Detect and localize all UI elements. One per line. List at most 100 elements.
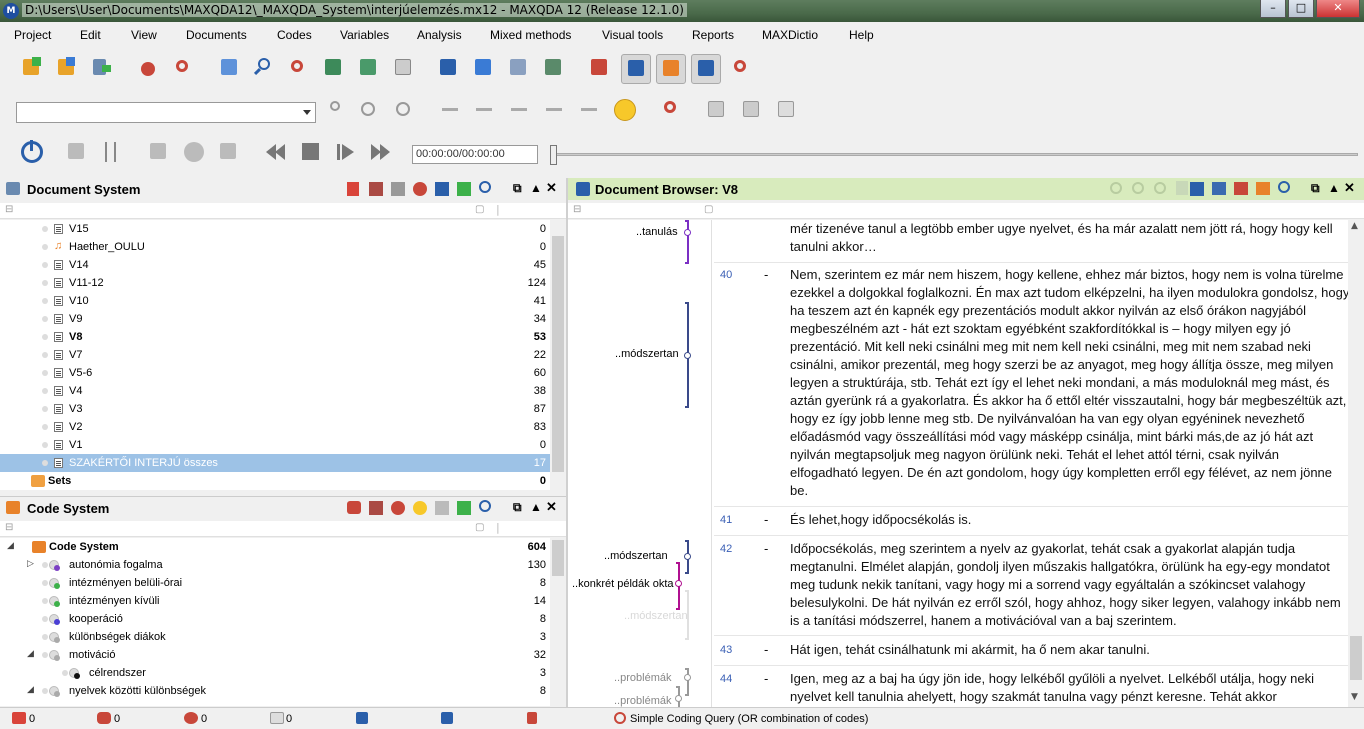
close-button[interactable]: ✕ [1316, 0, 1360, 18]
print-icon[interactable] [1212, 182, 1226, 195]
open-project-icon[interactable] [55, 56, 79, 80]
code-bracket[interactable] [685, 220, 689, 264]
link-icon[interactable] [705, 98, 729, 122]
scrollbar-thumb[interactable] [552, 236, 564, 472]
code-stripe-label[interactable]: ..konkrét példák okta [572, 578, 674, 590]
code-handle[interactable] [684, 553, 691, 560]
menu-documents[interactable]: Documents [186, 28, 247, 42]
menu-visual-tools[interactable]: Visual tools [602, 28, 663, 42]
deactivate-codes-icon[interactable] [369, 501, 383, 515]
code-handle[interactable] [684, 352, 691, 359]
table-icon[interactable] [147, 140, 171, 164]
add-timestamp-icon[interactable] [182, 140, 206, 164]
memo-toggle-icon[interactable] [691, 54, 721, 84]
zoom-reset-icon[interactable] [1154, 182, 1166, 194]
maximize-panel-icon[interactable]: ▲ [1328, 181, 1340, 195]
fast-forward-icon[interactable] [369, 140, 393, 164]
code-row[interactable]: különbségek diákok 3 [0, 628, 550, 646]
undo-coding-icon[interactable] [138, 56, 162, 80]
search-icon[interactable] [252, 56, 276, 80]
document-row[interactable]: Sets 0 [0, 472, 550, 490]
code-row[interactable]: ◢ Code System 604 [0, 538, 550, 556]
document-row[interactable]: V15 0 [0, 220, 550, 238]
menu-mixed-methods[interactable]: Mixed methods [490, 28, 571, 42]
document-row[interactable]: V5-6 60 [0, 364, 550, 382]
stop-icon[interactable] [299, 140, 323, 164]
word-cloud-icon[interactable] [542, 56, 566, 80]
document-comparison-icon[interactable] [507, 56, 531, 80]
maximize-panel-icon[interactable]: ▲ [530, 500, 542, 514]
menu-reports[interactable]: Reports [692, 28, 734, 42]
code-export-icon[interactable] [457, 501, 471, 515]
link-remove-icon[interactable] [740, 98, 764, 122]
volume-icon[interactable] [217, 140, 241, 164]
document-row[interactable]: V14 45 [0, 256, 550, 274]
page-view-icon[interactable] [1176, 181, 1188, 195]
code-table-icon[interactable] [435, 501, 449, 515]
undock-icon[interactable]: ⧉ [1311, 181, 1320, 196]
document-row[interactable]: V11-12 124 [0, 274, 550, 292]
codeline-icon[interactable] [472, 56, 496, 80]
scrollbar-thumb[interactable] [552, 540, 564, 576]
menu-analysis[interactable]: Analysis [417, 28, 462, 42]
media-position-slider[interactable] [550, 145, 1358, 165]
code-row[interactable]: intézményen kívüli 14 [0, 592, 550, 610]
edit-icon[interactable] [1190, 182, 1204, 196]
paragraph-text[interactable]: Nem, szerintem ez már nem hiszem, hogy k… [790, 266, 1348, 500]
code-stripe-label[interactable]: ..tanulás [636, 226, 678, 238]
undock-icon[interactable]: ⧉ [513, 500, 522, 515]
activate-codes-icon[interactable] [347, 501, 361, 514]
zoom-out-icon[interactable] [1132, 182, 1144, 194]
document-tree-scrollbar[interactable] [550, 220, 566, 490]
coding-margin[interactable]: ..tanulás ..módszertan ..módszertan ..ko… [568, 220, 712, 707]
memo-add-icon[interactable] [775, 98, 799, 122]
new-project-icon[interactable] [20, 56, 44, 80]
code-row[interactable]: kooperáció 8 [0, 610, 550, 628]
scrollbar-thumb[interactable] [1350, 636, 1362, 680]
code-handle[interactable] [675, 695, 682, 702]
document-row[interactable]: V1 0 [0, 436, 550, 454]
expand-toggle-icon[interactable]: ◢ [27, 684, 34, 695]
code-search-icon[interactable] [172, 56, 196, 80]
highlight-yellow-icon[interactable] [542, 98, 566, 122]
code-search-icon[interactable] [479, 500, 491, 512]
code-pin-icon[interactable] [323, 98, 347, 122]
export-document-icon[interactable] [1234, 182, 1248, 195]
code-row[interactable]: intézményen belüli-órai 8 [0, 574, 550, 592]
emoticode-icon[interactable] [413, 501, 427, 515]
import-icon[interactable] [90, 56, 114, 80]
table-view-icon[interactable] [435, 182, 449, 196]
search-icon[interactable] [1278, 181, 1290, 193]
add-code-icon[interactable] [357, 98, 381, 122]
code-bracket[interactable] [685, 590, 689, 640]
highlight-red-icon[interactable] [438, 98, 462, 122]
code-stripe-label[interactable]: ..problémák [614, 695, 671, 707]
paragraph-text[interactable]: És lehet,hogy időpocsékolás is. [790, 511, 1348, 529]
code-tree-scrollbar[interactable] [550, 538, 566, 706]
code-colors-icon[interactable] [391, 501, 405, 515]
document-row[interactable]: V4 38 [0, 382, 550, 400]
rewind-icon[interactable] [264, 140, 288, 164]
retrieved-segments-icon[interactable] [218, 56, 242, 80]
code-stripe-label[interactable]: ..módszertan [615, 348, 679, 360]
maximize-button[interactable]: □ [1288, 0, 1314, 18]
quick-code-icon[interactable] [392, 98, 416, 122]
emoticon-icon[interactable] [613, 98, 637, 122]
deactivate-icon[interactable] [369, 182, 383, 196]
document-row[interactable]: V3 87 [0, 400, 550, 418]
scroll-down-icon[interactable]: ▼ [1351, 692, 1358, 702]
waveform-icon[interactable] [65, 140, 89, 164]
highlight-magenta-icon[interactable] [577, 98, 601, 122]
menu-edit[interactable]: Edit [80, 28, 101, 42]
play-icon[interactable] [334, 140, 358, 164]
code-stripe-label[interactable]: ..problémák [614, 672, 671, 684]
expand-toggle-icon[interactable]: ◢ [27, 648, 34, 659]
code-toggle-icon[interactable] [729, 56, 753, 80]
scroll-up-icon[interactable]: ▲ [1351, 221, 1358, 231]
search-icon[interactable] [479, 181, 491, 193]
lexical-search-icon[interactable] [287, 56, 311, 80]
code-relations-icon[interactable] [357, 56, 381, 80]
paragraph-text[interactable]: Hát igen, tehát csinálhatunk mi akármit,… [790, 641, 1348, 659]
close-panel-icon[interactable]: ✕ [546, 180, 557, 196]
undock-icon[interactable]: ⧉ [513, 181, 522, 196]
